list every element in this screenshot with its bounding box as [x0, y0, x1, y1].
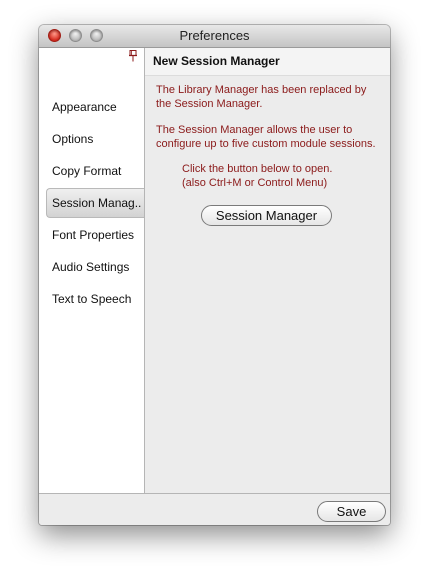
sidebar-item-text-to-speech[interactable]: Text to Speech	[52, 292, 131, 306]
page-title: New Session Manager	[153, 54, 280, 68]
sidebar-item-options[interactable]: Options	[52, 132, 93, 146]
content-header: New Session Manager	[145, 48, 390, 76]
sidebar-item-session-manager[interactable]: Session Manag..	[46, 188, 144, 218]
message-line: (also Ctrl+M or Control Menu)	[182, 177, 328, 189]
sidebar-item-font-properties[interactable]: Font Properties	[52, 228, 134, 242]
preferences-sidebar: Appearance Options Copy Format Session M…	[39, 48, 145, 493]
sidebar-item-label: Session Manag..	[52, 196, 142, 210]
message-line: the Session Manager.	[156, 98, 263, 110]
pushpin-icon[interactable]	[128, 50, 138, 62]
preferences-window: Preferences Appearance Options Copy Form…	[39, 25, 390, 525]
title-bar[interactable]: Preferences	[39, 25, 390, 48]
sidebar-item-copy-format[interactable]: Copy Format	[52, 164, 121, 178]
message-line: The Session Manager allows the user to	[156, 124, 353, 136]
sidebar-item-audio-settings[interactable]: Audio Settings	[52, 260, 129, 274]
message-line: Click the button below to open.	[182, 163, 333, 175]
message-line: configure up to five custom module sessi…	[156, 138, 376, 150]
sidebar-item-appearance[interactable]: Appearance	[52, 100, 117, 114]
session-manager-button[interactable]: Session Manager	[201, 205, 332, 226]
save-button[interactable]: Save	[317, 501, 386, 522]
message-line: The Library Manager has been replaced by	[156, 84, 367, 96]
content-panel: New Session Manager The Library Manager …	[145, 48, 390, 493]
window-title: Preferences	[179, 28, 250, 43]
footer-bar: Save	[39, 493, 390, 525]
